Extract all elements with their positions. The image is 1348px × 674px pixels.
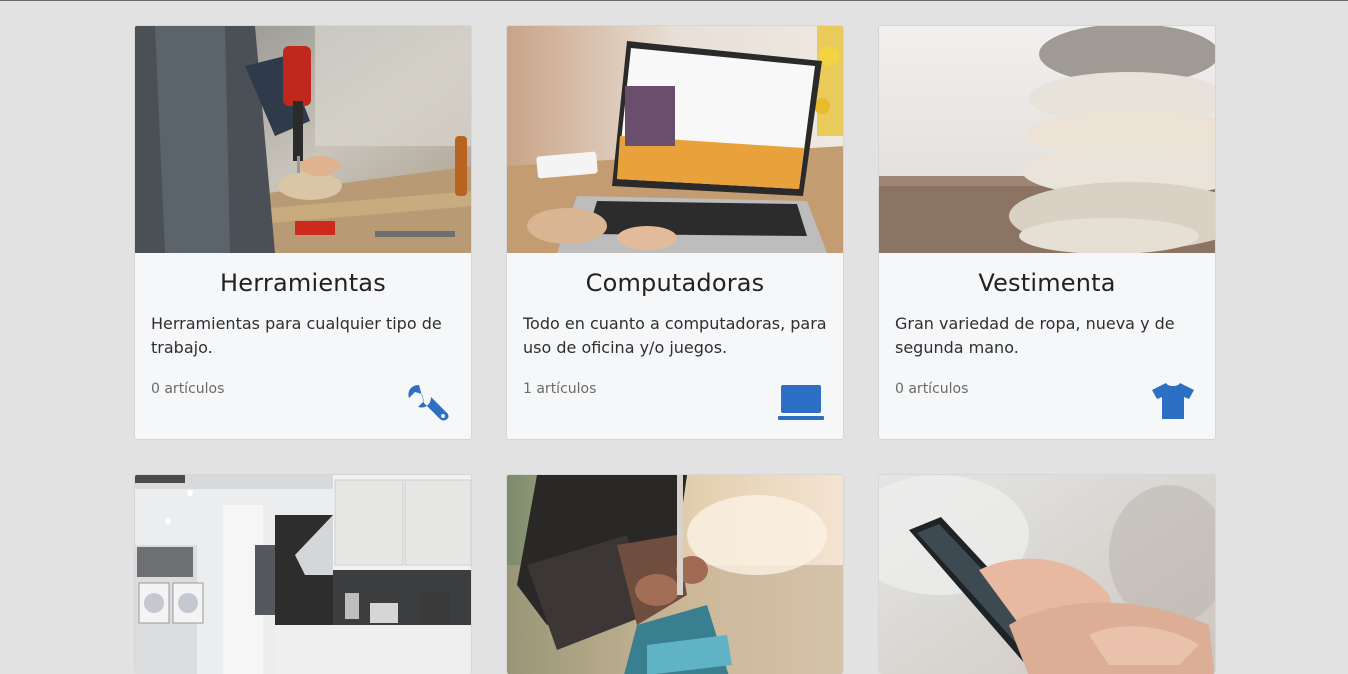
tools-photo — [135, 26, 471, 253]
category-description: Todo en cuanto a computadoras, para uso … — [523, 314, 827, 357]
category-description: Herramientas para cualquier tipo de trab… — [151, 314, 442, 357]
article-count: 1 artículos — [523, 381, 597, 397]
laptop-photo — [507, 26, 843, 253]
wrench-icon — [405, 381, 453, 421]
tshirt-icon — [1149, 381, 1197, 421]
category-title: Computadoras — [585, 269, 765, 297]
category-card-herramientas[interactable]: Herramientas Herramientas para cualquier… — [134, 25, 472, 440]
laptop-icon — [777, 381, 825, 421]
running-shoes-photo — [507, 475, 843, 674]
card-body: Computadoras Todo en cuanto a computador… — [507, 253, 843, 439]
article-count: 0 artículos — [151, 381, 225, 397]
kitchen-appliances-photo — [135, 475, 471, 674]
category-card-electrodomesticos[interactable] — [134, 474, 472, 674]
top-divider — [0, 0, 1348, 1]
category-description: Gran variedad de ropa, nueva y de segund… — [895, 314, 1175, 357]
smartphone-photo — [879, 475, 1215, 674]
category-title: Vestimenta — [978, 269, 1116, 297]
category-title: Herramientas — [220, 269, 386, 297]
category-grid: Herramientas Herramientas para cualquier… — [134, 25, 1216, 674]
category-card-celulares[interactable] — [878, 474, 1216, 674]
article-count: 0 artículos — [895, 381, 969, 397]
card-body: Vestimenta Gran variedad de ropa, nueva … — [879, 253, 1215, 439]
card-body: Herramientas Herramientas para cualquier… — [135, 253, 471, 439]
category-card-computadoras[interactable]: Computadoras Todo en cuanto a computador… — [506, 25, 844, 440]
category-card-deportes[interactable] — [506, 474, 844, 674]
category-card-vestimenta[interactable]: Vestimenta Gran variedad de ropa, nueva … — [878, 25, 1216, 440]
clothing-photo — [879, 26, 1215, 253]
